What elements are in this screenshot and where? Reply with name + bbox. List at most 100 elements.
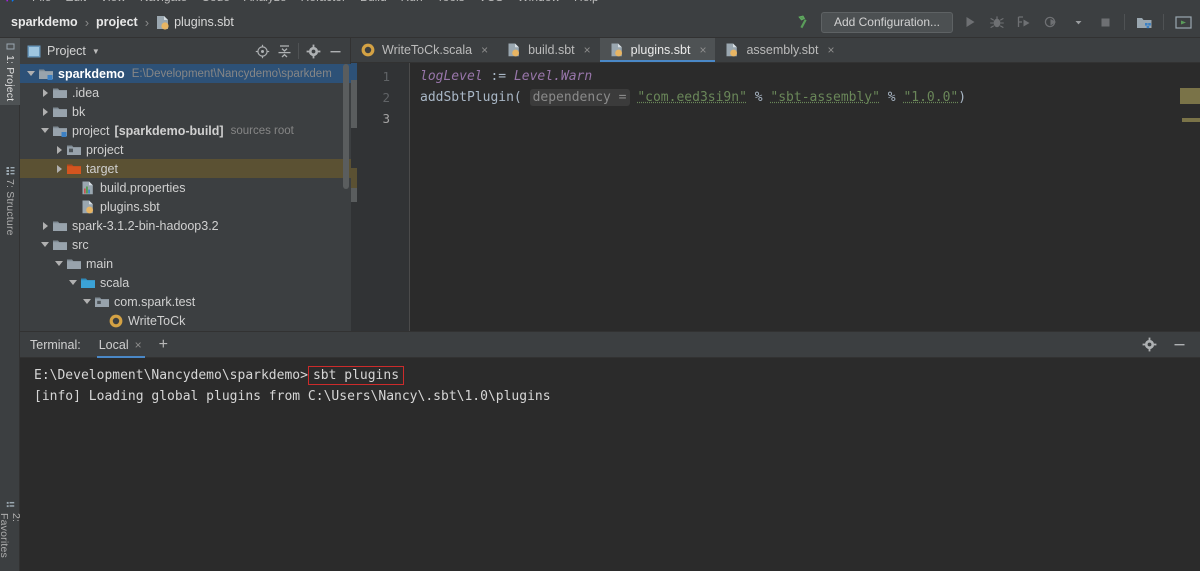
expand-arrow-icon[interactable]	[38, 102, 52, 121]
expand-arrow-icon[interactable]	[52, 140, 66, 159]
expand-arrow-icon[interactable]	[38, 216, 52, 235]
editor-tab-plugins-sbt[interactable]: plugins.sbt ×	[599, 38, 716, 62]
tree-row-sparkdemo[interactable]: sparkdemo E:\Development\Nancydemo\sparkd…	[20, 64, 351, 83]
editor-scrollbar[interactable]	[1180, 88, 1200, 356]
menu-item-window[interactable]: Window	[517, 0, 560, 4]
menu-item-navigate[interactable]: Navigate	[140, 0, 187, 4]
tree-row-writetock[interactable]: WriteToCk	[20, 311, 351, 330]
menu-item-build[interactable]: Build	[360, 0, 387, 4]
editor-tab-assembly-sbt[interactable]: assembly.sbt ×	[715, 38, 843, 62]
line-number: 3	[382, 111, 390, 126]
collapse-arrow-icon[interactable]	[38, 235, 52, 254]
collapse-arrow-icon[interactable]	[66, 273, 80, 292]
sidebar-item-project[interactable]: 1: Project	[0, 38, 20, 106]
collapse-arrow-icon[interactable]	[52, 254, 66, 273]
close-icon[interactable]: ×	[584, 43, 591, 57]
gear-icon[interactable]	[303, 41, 323, 61]
tree-row-target[interactable]: target	[20, 159, 351, 178]
project-icon	[27, 45, 41, 57]
code-token: addSbtPlugin(	[420, 90, 522, 105]
menu-item-vcs[interactable]: VCS	[479, 0, 504, 4]
debug-icon[interactable]	[987, 12, 1007, 32]
code-line[interactable]: addSbtPlugin( dependency = "com.eed3si9n…	[420, 87, 1200, 108]
tree-row-project[interactable]: project [sparkdemo-build] sources root	[20, 121, 351, 140]
expand-arrow-icon[interactable]	[38, 83, 52, 102]
folder-icon	[67, 259, 81, 269]
menu-item-code[interactable]: Code	[201, 0, 230, 4]
tree-row-project[interactable]: project	[20, 140, 351, 159]
stop-icon[interactable]	[1095, 12, 1115, 32]
tree-row-com-spark-test[interactable]: com.spark.test	[20, 292, 351, 311]
screen-icon[interactable]	[1173, 12, 1193, 32]
menu-item-edit[interactable]: Edit	[65, 0, 86, 4]
menu-item-file[interactable]: File	[32, 0, 51, 4]
collapse-arrow-icon[interactable]	[24, 64, 38, 83]
locate-icon[interactable]	[252, 41, 272, 61]
menu-item-refactor[interactable]: Refactor	[301, 0, 346, 4]
code-token: %	[879, 90, 904, 105]
folder-icon	[53, 240, 67, 250]
tree-row-spark-3-1-2-bin-hadoop3-2[interactable]: spark-3.1.2-bin-hadoop3.2	[20, 216, 351, 235]
editor-tab-build-sbt[interactable]: build.sbt ×	[497, 38, 600, 62]
error-stripe-marker[interactable]	[1182, 118, 1200, 122]
project-tree[interactable]: sparkdemo E:\Development\Nancydemo\sparkd…	[20, 64, 351, 331]
gear-icon[interactable]	[1139, 335, 1159, 355]
code-area[interactable]: 123 logLevel := Level.Warn addSbtPlugin( …	[351, 63, 1200, 356]
collapse-arrow-icon[interactable]	[80, 292, 94, 311]
tree-row--idea[interactable]: .idea	[20, 83, 351, 102]
tree-row-src[interactable]: src	[20, 235, 351, 254]
tree-row-bk[interactable]: bk	[20, 102, 351, 121]
tree-row-plugins-sbt[interactable]: plugins.sbt	[20, 197, 351, 216]
chevron-down-icon[interactable]	[1068, 12, 1088, 32]
close-icon[interactable]: ×	[699, 43, 706, 57]
close-icon[interactable]: ×	[827, 43, 834, 57]
sidebar-item-favorites[interactable]: 2: Favorites	[0, 497, 22, 571]
code-text[interactable]: logLevel := Level.Warn addSbtPlugin( depe…	[410, 63, 1200, 331]
code-folding-strip[interactable]	[399, 63, 410, 331]
tree-row-scala[interactable]: scala	[20, 273, 351, 292]
code-line[interactable]: logLevel := Level.Warn	[420, 66, 1200, 87]
add-configuration-button[interactable]: Add Configuration...	[821, 11, 953, 33]
menu-item-help[interactable]: Help	[574, 0, 599, 4]
favorites-icon	[6, 501, 14, 508]
error-stripe-marker[interactable]	[1180, 88, 1200, 104]
code-token: "sbt-assembly"	[770, 90, 880, 105]
terminal-output[interactable]: E:\Development\Nancydemo\sparkdemo> sbt p…	[20, 358, 1200, 571]
sidebar-item-structure[interactable]: 7: Structure	[0, 162, 20, 240]
minimize-icon[interactable]	[1169, 335, 1189, 355]
breadcrumb-item-project-folder[interactable]: project	[93, 13, 141, 31]
run-icon[interactable]	[960, 12, 980, 32]
editor-tab-bar[interactable]: WriteToCk.scala × build.sbt × plugins.sbt × as…	[351, 38, 1200, 63]
chevron-down-icon[interactable]: ▼	[92, 47, 100, 56]
toolbar-divider	[1124, 14, 1125, 30]
code-line[interactable]	[420, 108, 1200, 129]
menu-item-run[interactable]: Run	[401, 0, 423, 4]
project-structure-icon[interactable]	[1134, 12, 1154, 32]
expand-arrow-icon[interactable]	[52, 159, 66, 178]
run-with-coverage-icon[interactable]	[1014, 12, 1034, 32]
minimize-icon[interactable]	[325, 41, 345, 61]
toolbar-divider	[298, 43, 299, 59]
tree-row-main[interactable]: main	[20, 254, 351, 273]
close-icon[interactable]: ×	[481, 43, 488, 57]
profile-icon[interactable]	[1041, 12, 1061, 32]
menu-item-analyze[interactable]: Analyze	[244, 0, 287, 4]
scrollbar-thumb[interactable]	[343, 64, 349, 189]
editor-tab-label: build.sbt	[528, 43, 575, 57]
breadcrumb: sparkdemo › project › plugins.sbt	[0, 13, 237, 32]
close-icon[interactable]: ×	[135, 338, 142, 352]
menu-item-view[interactable]: View	[100, 0, 126, 4]
collapse-all-icon[interactable]	[274, 41, 294, 61]
editor-tab-writetock-scala[interactable]: WriteToCk.scala ×	[351, 38, 497, 62]
module-icon	[39, 69, 53, 80]
menu-item-tools[interactable]: Tools	[437, 0, 465, 4]
project-tree-scrollbar[interactable]	[342, 64, 350, 331]
breadcrumb-item-file[interactable]: plugins.sbt	[153, 13, 237, 32]
terminal-tab-local[interactable]: Local ×	[96, 332, 145, 358]
breadcrumb-item-project-root[interactable]: sparkdemo	[8, 13, 81, 31]
hammer-icon[interactable]	[794, 12, 814, 32]
tree-row-build-properties[interactable]: build.properties	[20, 178, 351, 197]
collapse-arrow-icon[interactable]	[38, 121, 52, 140]
add-terminal-tab-button[interactable]: +	[159, 336, 168, 353]
